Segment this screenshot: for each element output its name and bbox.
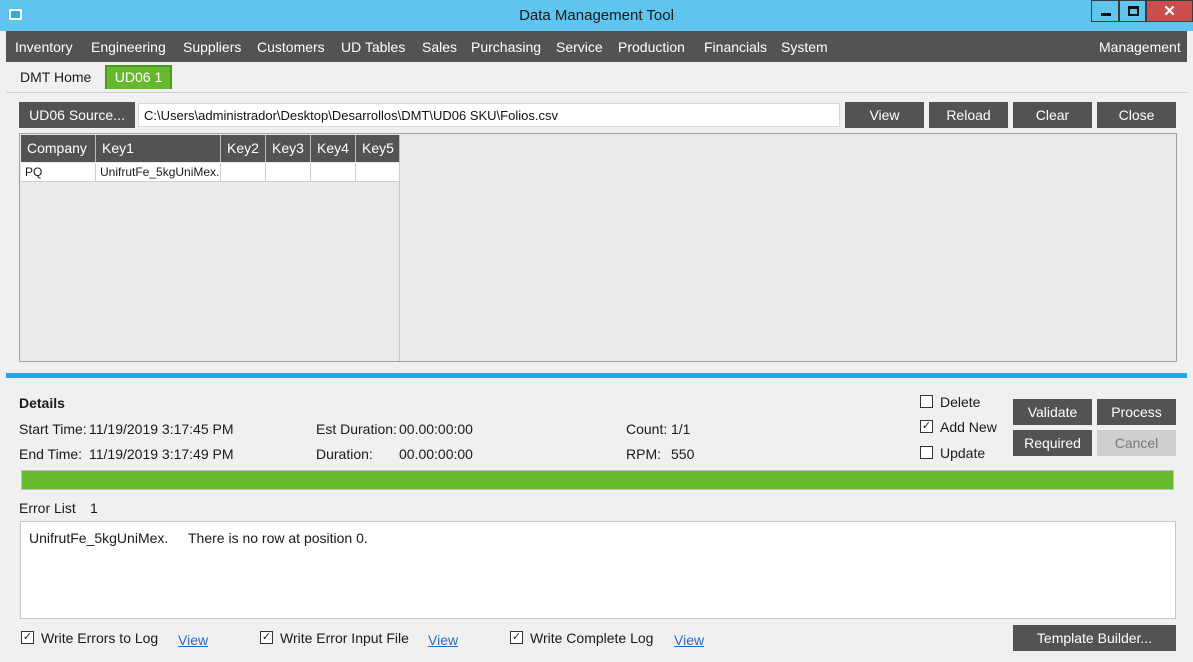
- tab-dmt-home[interactable]: DMT Home: [20, 69, 91, 85]
- window-title: Data Management Tool: [519, 7, 674, 24]
- document-tabs: DMT Home UD06 1: [6, 62, 1187, 92]
- update-checkbox[interactable]: [920, 446, 933, 459]
- table-cell[interactable]: PQ: [21, 163, 96, 182]
- title-bar: Data Management Tool ✕: [0, 0, 1193, 31]
- write-complete-log-checkbox[interactable]: ✓: [510, 631, 523, 644]
- count-value: 1/1: [671, 421, 691, 437]
- menu-system[interactable]: System: [781, 39, 828, 55]
- update-label: Update: [940, 445, 986, 461]
- details-heading: Details: [19, 395, 65, 411]
- rpm-value: 550: [671, 446, 695, 462]
- count-label: Count:: [626, 421, 668, 437]
- minimize-icon: [1101, 13, 1111, 16]
- source-panel: UD06 Source... View Reload Clear Close C…: [6, 92, 1187, 373]
- maximize-button[interactable]: [1119, 0, 1146, 22]
- data-grid-area: Company Key1 Key2 Key3 Key4 Key5 PQ Unif…: [19, 133, 1177, 362]
- delete-checkbox[interactable]: [920, 395, 933, 408]
- end-time-value: 11/19/2019 3:17:49 PM: [89, 446, 234, 462]
- table-cell[interactable]: [221, 163, 266, 182]
- view-button[interactable]: View: [845, 102, 924, 128]
- menu-customers[interactable]: Customers: [257, 39, 325, 55]
- source-path-field[interactable]: [138, 103, 840, 127]
- menu-suppliers[interactable]: Suppliers: [183, 39, 241, 55]
- menu-service[interactable]: Service: [556, 39, 603, 55]
- menu-financials[interactable]: Financials: [704, 39, 767, 55]
- main-menu-bar: Inventory Engineering Suppliers Customer…: [6, 31, 1187, 62]
- table-cell[interactable]: [266, 163, 311, 182]
- column-header-company[interactable]: Company: [21, 135, 96, 162]
- required-button[interactable]: Required: [1013, 430, 1092, 456]
- template-builder-button[interactable]: Template Builder...: [1013, 625, 1176, 651]
- table-cell[interactable]: [356, 163, 400, 182]
- add-new-label: Add New: [940, 419, 997, 435]
- column-header-key5[interactable]: Key5: [356, 135, 400, 162]
- maximize-icon: [1128, 6, 1139, 16]
- menu-engineering[interactable]: Engineering: [91, 39, 166, 55]
- start-time-label: Start Time:: [19, 421, 87, 437]
- error-list-label: Error List: [19, 500, 76, 516]
- error-count: 1: [90, 500, 98, 516]
- progress-bar-fill: [22, 471, 1173, 489]
- write-complete-log-label: Write Complete Log: [530, 630, 654, 646]
- column-header-key2[interactable]: Key2: [221, 135, 266, 162]
- minimize-button[interactable]: [1091, 0, 1119, 22]
- cancel-button[interactable]: Cancel: [1097, 430, 1176, 456]
- column-header-key4[interactable]: Key4: [311, 135, 356, 162]
- write-error-input-label: Write Error Input File: [280, 630, 409, 646]
- progress-bar: [21, 470, 1174, 490]
- menu-purchasing[interactable]: Purchasing: [471, 39, 541, 55]
- table-cell[interactable]: [311, 163, 356, 182]
- menu-inventory[interactable]: Inventory: [15, 39, 73, 55]
- column-header-key3[interactable]: Key3: [266, 135, 311, 162]
- write-errors-view-link[interactable]: View: [178, 632, 208, 648]
- table-cell[interactable]: UnifrutFe_5kgUniMex.: [96, 163, 221, 182]
- error-entry-key: UnifrutFe_5kgUniMex.: [29, 530, 169, 546]
- validate-button[interactable]: Validate: [1013, 399, 1092, 425]
- start-time-value: 11/19/2019 3:17:45 PM: [89, 421, 234, 437]
- menu-production[interactable]: Production: [618, 39, 685, 55]
- window-close-button[interactable]: ✕: [1146, 0, 1193, 22]
- ud06-source-button[interactable]: UD06 Source...: [19, 102, 135, 128]
- est-duration-value: 00.00:00:00: [399, 421, 473, 437]
- end-time-label: End Time:: [19, 446, 83, 462]
- rpm-label: RPM:: [626, 446, 661, 462]
- menu-ud-tables[interactable]: UD Tables: [341, 39, 405, 55]
- process-button[interactable]: Process: [1097, 399, 1176, 425]
- est-duration-label: Est Duration:: [316, 421, 397, 437]
- clear-button[interactable]: Clear: [1013, 102, 1092, 128]
- write-complete-log-view-link[interactable]: View: [674, 632, 704, 648]
- reload-button[interactable]: Reload: [929, 102, 1008, 128]
- data-grid[interactable]: Company Key1 Key2 Key3 Key4 Key5 PQ Unif…: [21, 135, 400, 361]
- close-button[interactable]: Close: [1097, 102, 1176, 128]
- tab-ud06-1[interactable]: UD06 1: [105, 65, 172, 89]
- write-error-input-view-link[interactable]: View: [428, 632, 458, 648]
- details-panel: Details Start Time: 11/19/2019 3:17:45 P…: [6, 378, 1187, 662]
- menu-sales[interactable]: Sales: [422, 39, 457, 55]
- error-list[interactable]: UnifrutFe_5kgUniMex. There is no row at …: [20, 521, 1176, 619]
- close-icon: ✕: [1163, 3, 1176, 20]
- delete-label: Delete: [940, 394, 981, 410]
- menu-management[interactable]: Management: [1099, 39, 1181, 55]
- duration-label: Duration:: [316, 446, 373, 462]
- duration-value: 00.00:00:00: [399, 446, 473, 462]
- write-error-input-checkbox[interactable]: ✓: [260, 631, 273, 644]
- write-errors-label: Write Errors to Log: [41, 630, 159, 646]
- column-header-key1[interactable]: Key1: [96, 135, 221, 162]
- write-errors-checkbox[interactable]: ✓: [21, 631, 34, 644]
- error-entry-message: There is no row at position 0.: [188, 530, 368, 546]
- add-new-checkbox[interactable]: ✓: [920, 420, 933, 433]
